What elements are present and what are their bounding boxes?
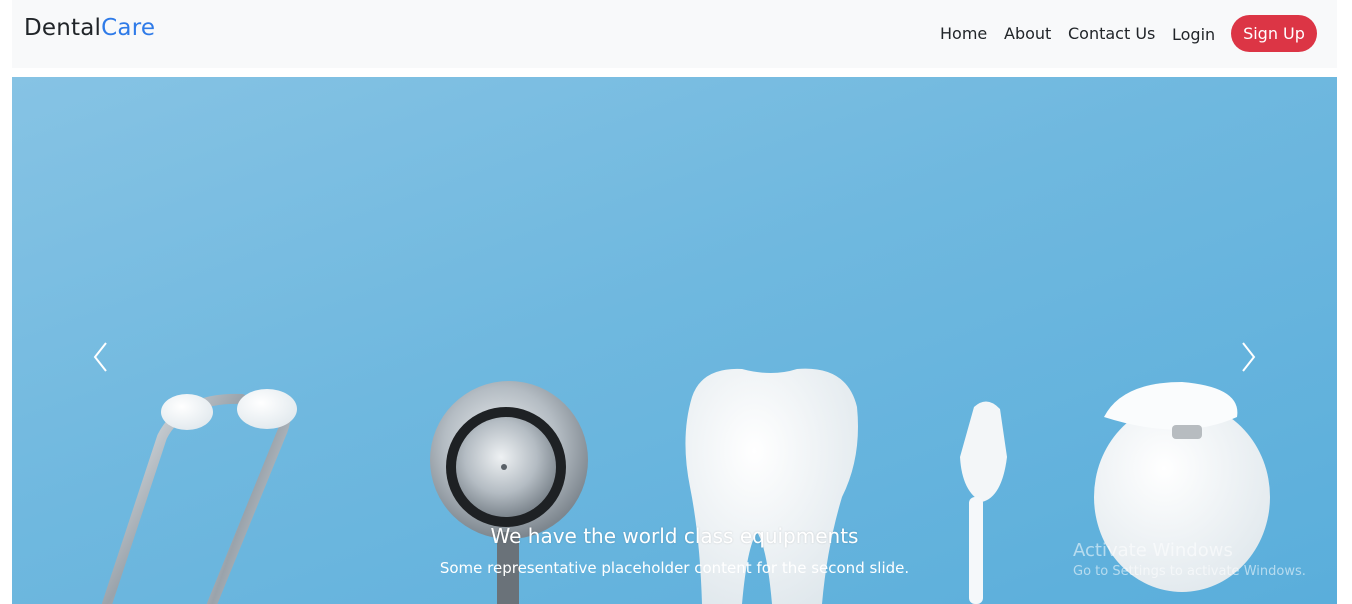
brand-name-accent: Care: [101, 15, 156, 41]
nav-link-login[interactable]: Login: [1172, 25, 1215, 44]
nav-link-home[interactable]: Home: [940, 24, 987, 43]
caption-text: Some representative placeholder content …: [439, 559, 910, 577]
nav-link-about[interactable]: About: [1004, 24, 1051, 43]
brand-name-main: Dental: [24, 15, 102, 41]
chevron-right-icon: [1242, 342, 1256, 372]
signup-button[interactable]: Sign Up: [1231, 15, 1317, 52]
carousel-next-control[interactable]: [1236, 340, 1260, 374]
nav-link-contact[interactable]: Contact Us: [1068, 24, 1155, 43]
caption-title: We have the world class equipments: [490, 524, 859, 548]
navbar: DentalCare Home About Contact Us Login S…: [12, 0, 1337, 68]
chevron-left-icon: [93, 342, 107, 372]
hero-carousel: We have the world class equipments Some …: [12, 77, 1337, 604]
page: DentalCare Home About Contact Us Login S…: [0, 0, 1352, 604]
brand-logo[interactable]: DentalCare: [24, 15, 155, 41]
carousel-prev-control[interactable]: [89, 340, 113, 374]
page-edge: [1345, 0, 1352, 604]
